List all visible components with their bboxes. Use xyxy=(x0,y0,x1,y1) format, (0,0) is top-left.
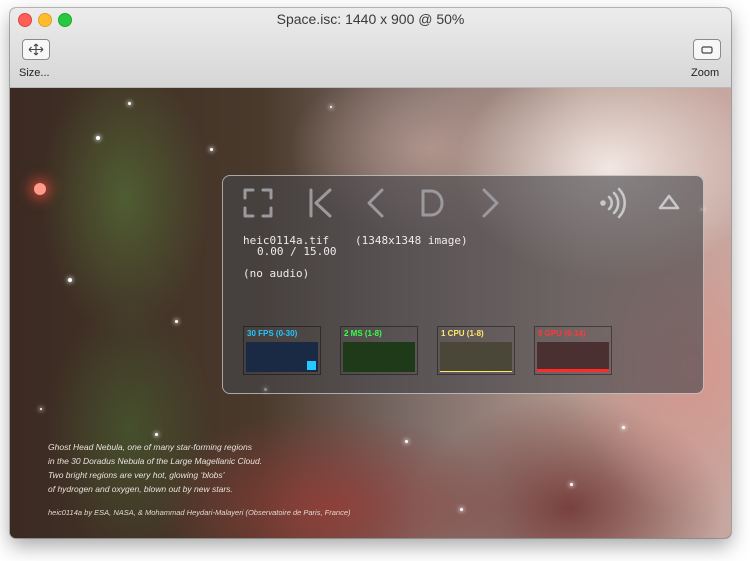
zoom-button[interactable] xyxy=(693,39,721,60)
star xyxy=(34,183,46,195)
zoom-window-icon xyxy=(701,45,713,54)
star xyxy=(622,426,625,429)
next-button[interactable] xyxy=(477,186,505,220)
star xyxy=(460,508,463,511)
star xyxy=(128,102,131,105)
star xyxy=(96,136,100,140)
ms-meter-label: 2 MS (1-8) xyxy=(344,329,382,338)
audio-status: (no audio) xyxy=(243,267,310,280)
gpu-meter-graph xyxy=(537,342,609,372)
fullscreen-button[interactable] xyxy=(241,186,275,220)
cpu-meter-label: 1 CPU (1-8) xyxy=(441,329,484,338)
fps-meter-label: 30 FPS (0-30) xyxy=(247,329,298,338)
cpu-meter: 1 CPU (1-8) xyxy=(437,326,515,375)
fullscreen-icon xyxy=(243,188,273,218)
image-credit: heic0114a by ESA, NASA, & Mohammad Heyda… xyxy=(48,508,351,517)
ms-meter: 2 MS (1-8) xyxy=(340,326,418,375)
resize-icon xyxy=(28,43,44,56)
play-button[interactable] xyxy=(417,186,447,220)
cpu-meter-value xyxy=(440,371,512,372)
caption-line: in the 30 Doradus Nebula of the Large Ma… xyxy=(48,456,263,466)
play-icon xyxy=(421,189,444,217)
airplay-audio-icon xyxy=(600,187,626,219)
gpu-meter-value xyxy=(537,369,609,372)
fps-meter-value xyxy=(307,361,316,370)
next-icon xyxy=(482,188,499,218)
playback-time: 0.00 / 15.00 xyxy=(257,245,337,258)
gpu-meter-label: 9 GPU (6-14) xyxy=(538,329,586,338)
previous-icon xyxy=(367,188,384,218)
star xyxy=(175,320,178,323)
window-title: Space.isc: 1440 x 900 @ 50% xyxy=(276,11,465,27)
star xyxy=(570,483,573,486)
caption-line: Two bright regions are very hot, glowing… xyxy=(48,470,225,480)
title-bar: Space.isc: 1440 x 900 @ 50% Size... Zoom xyxy=(10,8,731,88)
size-button[interactable] xyxy=(22,39,50,60)
star xyxy=(68,278,72,282)
star xyxy=(40,408,42,410)
image-caption: Ghost Head Nebula, one of many star-form… xyxy=(48,440,262,496)
star xyxy=(155,433,158,436)
star xyxy=(405,440,408,443)
previous-button[interactable] xyxy=(361,186,389,220)
ms-meter-graph xyxy=(343,342,415,372)
eject-button[interactable] xyxy=(655,186,683,220)
skip-to-start-icon xyxy=(309,188,332,218)
image-info: (1348x1348 image) xyxy=(355,234,468,247)
cpu-meter-graph xyxy=(440,342,512,372)
zoom-label: Zoom xyxy=(691,67,720,79)
gpu-meter: 9 GPU (6-14) xyxy=(534,326,612,375)
caption-line: Ghost Head Nebula, one of many star-form… xyxy=(48,442,252,452)
star xyxy=(330,106,332,108)
skip-to-start-button[interactable] xyxy=(305,186,337,220)
fps-meter: 30 FPS (0-30) xyxy=(243,326,321,375)
audio-output-button[interactable] xyxy=(597,186,633,220)
caption-line: of hydrogen and oxygen, blown out by new… xyxy=(48,484,233,494)
star xyxy=(210,148,213,151)
eject-icon xyxy=(658,194,680,210)
playback-hud: heic0114a.tif (1348x1348 image) 0.00 / 1… xyxy=(222,175,704,394)
fps-meter-graph xyxy=(246,342,318,372)
size-label: Size... xyxy=(19,67,50,79)
